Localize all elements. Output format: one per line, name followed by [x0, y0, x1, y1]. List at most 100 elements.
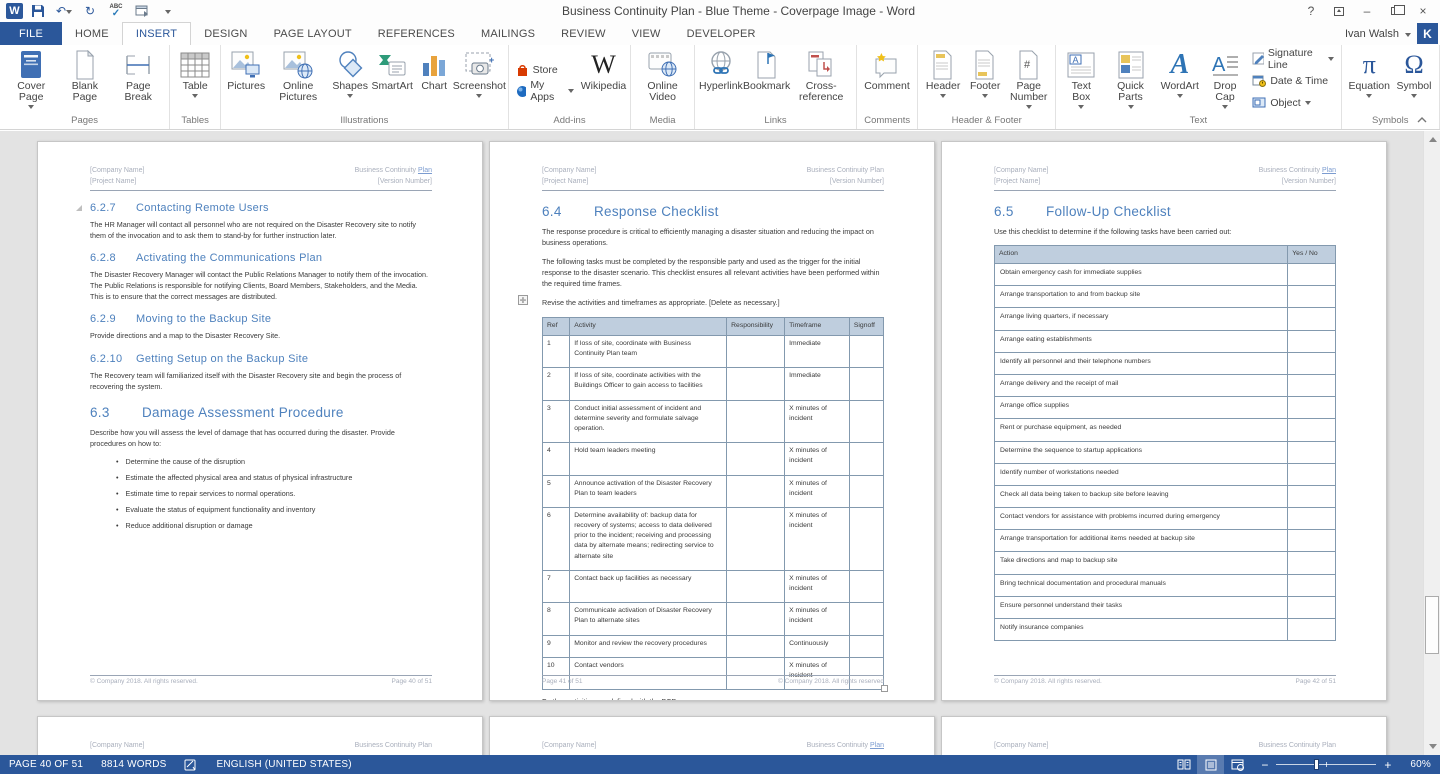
cell-empty [1288, 463, 1336, 485]
zoom-slider[interactable]: − + [1251, 760, 1401, 770]
close-button[interactable]: × [1410, 2, 1436, 20]
read-mode-button[interactable] [1170, 755, 1197, 774]
zoom-level-button[interactable]: 60% [1401, 755, 1440, 774]
tab-file[interactable]: FILE [0, 22, 62, 45]
restore-icon [1391, 7, 1400, 15]
table-row: Check all data being taken to backup sit… [995, 485, 1336, 507]
user-dropdown-icon [1405, 33, 1411, 37]
page-count-indicator[interactable]: PAGE 40 OF 51 [0, 755, 92, 774]
col-ref: Ref [543, 317, 570, 335]
date-time-button[interactable]: Date & Time [1249, 70, 1336, 91]
web-layout-button[interactable] [1224, 755, 1251, 774]
table-move-handle[interactable]: ✛ [518, 295, 528, 305]
object-button[interactable]: Object [1249, 92, 1336, 113]
zoom-in-button[interactable]: + [1384, 760, 1391, 770]
group-label-header-footer: Header & Footer [919, 114, 1054, 129]
user-account[interactable]: Ivan Walsh K [1345, 22, 1440, 45]
document-page-42: [Company Name][Project Name] Business Co… [941, 141, 1387, 701]
smartart-button[interactable]: SmartArt [371, 47, 413, 114]
page-number-button[interactable]: # Page Number [1006, 47, 1051, 114]
document-page-45-partial: [Company Name]Business Continuity Plan [941, 716, 1387, 756]
bookmark-button[interactable]: Bookmark [743, 47, 790, 114]
language-indicator[interactable]: ENGLISH (UNITED STATES) [207, 755, 360, 774]
wordart-icon: A [1170, 49, 1189, 81]
table-button[interactable]: Table [174, 47, 216, 114]
my-apps-button[interactable]: My Apps [513, 81, 577, 102]
table-resize-handle[interactable] [881, 685, 888, 692]
undo-button[interactable]: ↶ [53, 2, 75, 20]
minimize-button[interactable]: – [1354, 2, 1380, 20]
tab-design[interactable]: DESIGN [191, 22, 260, 45]
proofing-status-button[interactable] [175, 755, 207, 774]
vertical-scrollbar[interactable] [1423, 131, 1440, 755]
scroll-thumb[interactable] [1425, 596, 1439, 654]
open-recent-button[interactable] [131, 2, 153, 20]
cell-empty [1288, 574, 1336, 596]
save-button[interactable] [27, 2, 49, 20]
wordart-button[interactable]: A WordArt [1159, 47, 1201, 114]
equation-button[interactable]: π Equation [1346, 47, 1393, 114]
hyperlink-button[interactable]: Hyperlink [699, 47, 743, 114]
online-video-button[interactable]: Online Video [635, 47, 689, 114]
blank-page-button[interactable]: Blank Page [58, 47, 111, 114]
tab-insert[interactable]: INSERT [122, 22, 191, 45]
ribbon-display-options-button[interactable] [1326, 2, 1352, 20]
wikipedia-button[interactable]: W Wikipedia [581, 47, 627, 114]
tab-references[interactable]: REFERENCES [365, 22, 468, 45]
online-pictures-button[interactable]: Online Pictures [267, 47, 329, 114]
tab-developer[interactable]: DEVELOPER [674, 22, 769, 45]
tab-home[interactable]: HOME [62, 22, 122, 45]
group-label-illustrations: Illustrations [222, 114, 506, 129]
page-break-button[interactable]: Page Break [111, 47, 165, 114]
scroll-down-button[interactable] [1424, 738, 1440, 755]
tab-mailings[interactable]: MAILINGS [468, 22, 548, 45]
pictures-button[interactable]: Pictures [225, 47, 267, 114]
bullet-item: •Evaluate the status of equipment functi… [116, 505, 432, 515]
paragraph: Use this checklist to determine if the f… [994, 226, 1336, 237]
scroll-up-button[interactable] [1424, 131, 1440, 148]
spelling-grammar-button[interactable]: ABC✓ [105, 2, 127, 20]
symbol-button[interactable]: Ω Symbol [1393, 47, 1435, 114]
heading-6-3: 6.3Damage Assessment Procedure [90, 405, 432, 420]
cover-page-button[interactable]: Cover Page [4, 47, 58, 114]
footer-icon [974, 49, 996, 81]
footer-button[interactable]: Footer [964, 47, 1006, 114]
screenshot-button[interactable]: + Screenshot [455, 47, 503, 114]
cross-reference-icon [807, 49, 835, 81]
store-icon [516, 64, 529, 77]
heading-6-2-7: 6.2.7Contacting Remote Users [90, 202, 432, 214]
collapse-ribbon-button[interactable] [1412, 113, 1432, 127]
paragraph: Describe how you will assess the level o… [90, 427, 432, 449]
tab-review[interactable]: REVIEW [548, 22, 619, 45]
comment-button[interactable]: Comment [861, 47, 913, 114]
zoom-thumb[interactable] [1314, 759, 1319, 770]
word-logo-icon[interactable]: W [6, 3, 23, 19]
store-button[interactable]: Store [513, 60, 577, 81]
quick-parts-button[interactable]: Quick Parts [1104, 47, 1157, 114]
customize-qat-button[interactable] [157, 2, 179, 20]
table-row: Notify insurance companies [995, 619, 1336, 641]
print-layout-button[interactable] [1197, 755, 1224, 774]
shapes-button[interactable]: Shapes [329, 47, 371, 114]
zoom-out-button[interactable]: − [1261, 760, 1268, 770]
restore-button[interactable] [1382, 2, 1408, 20]
cell-empty [727, 400, 785, 443]
text-box-button[interactable]: A Text Box [1060, 47, 1102, 114]
avatar[interactable]: K [1417, 23, 1438, 44]
scroll-up-icon [1429, 137, 1437, 142]
chart-button[interactable]: Chart [413, 47, 455, 114]
cross-reference-button[interactable]: Cross-reference [790, 47, 852, 114]
redo-button[interactable]: ↻ [79, 2, 101, 20]
table-row: 9Monitor and review the recovery procedu… [543, 635, 884, 657]
header-button[interactable]: Header [922, 47, 964, 114]
heading-collapse-icon[interactable] [76, 205, 82, 211]
drop-cap-button[interactable]: A Drop Cap [1203, 47, 1248, 114]
tab-page-layout[interactable]: PAGE LAYOUT [261, 22, 365, 45]
zoom-track[interactable] [1276, 764, 1376, 765]
group-illustrations: Pictures Online Pictures Shapes SmartArt… [221, 45, 508, 129]
tab-view[interactable]: VIEW [619, 22, 674, 45]
help-button[interactable]: ? [1298, 2, 1324, 20]
word-count-indicator[interactable]: 8814 WORDS [92, 755, 175, 774]
signature-line-button[interactable]: Signature Line [1249, 48, 1336, 69]
svg-text:#: # [1024, 59, 1031, 71]
